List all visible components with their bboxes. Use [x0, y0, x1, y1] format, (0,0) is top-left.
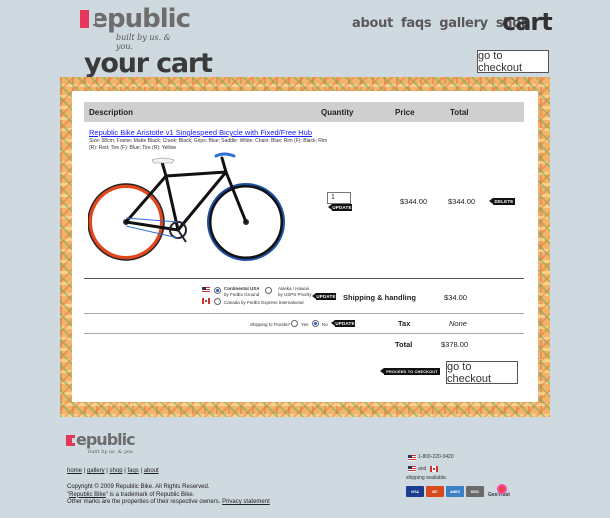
shipping-alaska-radio[interactable]: [265, 287, 272, 294]
col-description: Description: [89, 108, 134, 117]
logo-wordmark: epublic: [90, 4, 191, 34]
nav-gallery[interactable]: gallery: [439, 16, 488, 31]
col-price: Price: [395, 108, 415, 117]
proceed-to-checkout-button[interactable]: PROCEED TO CHECKOUT: [380, 368, 440, 375]
footer-link-faqs[interactable]: faqs: [127, 468, 138, 474]
canada-flag-icon: [202, 298, 210, 304]
florida-question: Shipping to Florida?: [250, 322, 291, 327]
page-title: your cart: [84, 48, 213, 79]
trademark-line: "Republic Bike" is a trademark of Republ…: [67, 491, 195, 498]
footer-sep: |: [140, 468, 143, 474]
total-label: Total: [395, 340, 413, 349]
footer-link-gallery[interactable]: gallery: [87, 468, 105, 474]
total-value: $378.00: [441, 340, 469, 349]
discover-card-icon: DISC: [466, 486, 484, 497]
privacy-link[interactable]: Privacy statement: [222, 499, 270, 505]
canada-flag-icon: [430, 466, 438, 472]
amex-card-icon: AMEX: [446, 486, 464, 497]
us-flag-icon: [202, 287, 210, 293]
shipping-available-text: shipping available.: [406, 475, 448, 481]
product-link[interactable]: Republic Bike Aristotle v1 Singlespeed B…: [89, 128, 312, 137]
divider: [84, 278, 524, 279]
copyright-text: Copyright © 2009 Republic Bike. All Righ…: [67, 484, 210, 490]
shipping-value: $34.00: [444, 293, 467, 302]
geotrust-badge: GeoTrust: [488, 484, 518, 498]
checkout-button-top[interactable]: go to checkout: [477, 50, 549, 74]
item-price: $344.00: [400, 197, 428, 206]
phone-icon: [408, 455, 416, 461]
footer-link-about[interactable]: about: [144, 468, 159, 474]
trademark-text: is a trademark of Republic Bike.: [107, 491, 195, 498]
shipping-option-alaska: Alaska / Hawaii by USPS Priority: [278, 286, 312, 297]
shipping-canada-radio[interactable]: [214, 298, 221, 305]
checkout-button-bottom[interactable]: go to checkout: [446, 361, 518, 385]
footer-sep: |: [83, 468, 86, 474]
other-marks-text: Other marks are the properties of their …: [67, 499, 223, 505]
col-total: Total: [450, 108, 469, 117]
footer-logo-r-mark: [66, 434, 75, 446]
and-text: and: [418, 466, 427, 472]
footer-link-shop[interactable]: shop: [110, 468, 123, 474]
delete-item-button[interactable]: DELETE: [489, 198, 515, 205]
logo-r-mark: [80, 10, 96, 28]
footer-logo-tagline: built by us. & you.: [88, 449, 135, 455]
footer-sep: |: [106, 468, 108, 474]
update-tax-button[interactable]: UPDATE: [331, 320, 355, 327]
update-quantity-button[interactable]: UPDATE: [328, 204, 352, 211]
quantity-input[interactable]: 1: [327, 192, 351, 204]
shipping-option-continental: Continental USA by FedEx Ground: [224, 286, 260, 297]
nav-faqs[interactable]: faqs: [401, 16, 432, 31]
footer-logo-wordmark: epublic: [76, 430, 136, 449]
divider: [84, 313, 524, 314]
trademark-link[interactable]: Republic Bike: [69, 492, 106, 498]
geotrust-icon: [497, 484, 507, 494]
mastercard-card-icon: MC: [426, 486, 444, 497]
shipping-continental-radio[interactable]: [214, 287, 221, 294]
footer-link-home[interactable]: home: [67, 468, 82, 474]
florida-yes-radio[interactable]: [291, 320, 298, 327]
florida-no-radio[interactable]: [312, 320, 319, 327]
update-shipping-button[interactable]: UPDATE: [312, 293, 336, 300]
brand-logo[interactable]: epublic built by us. & you.: [80, 4, 191, 51]
footer-sep: |: [124, 468, 126, 474]
florida-yes-label: Yes: [301, 322, 309, 327]
footer-links: home | gallery | shop | faqs | about: [67, 468, 159, 474]
col-quantity: Quantity: [321, 108, 354, 117]
nav-cart[interactable]: cart: [502, 8, 553, 36]
tax-value: None: [449, 319, 467, 328]
divider: [84, 333, 524, 334]
shipping-label: Shipping & handling: [343, 293, 416, 302]
nav-about[interactable]: about: [352, 16, 393, 31]
other-marks-line: Other marks are the properties of their …: [67, 499, 270, 507]
item-total: $344.00: [448, 197, 476, 206]
table-header: Description Quantity Price Total: [84, 102, 524, 122]
visa-card-icon: VISA: [406, 486, 424, 497]
footer-copyright: Copyright © 2009 Republic Bike. All Righ…: [67, 484, 270, 507]
footer-logo[interactable]: epublic built by us. & you.: [66, 430, 136, 455]
bike-image: [88, 152, 285, 261]
shipping-option-canada: Canada by FedEx Express International: [224, 300, 304, 305]
tax-label: Tax: [398, 319, 411, 328]
florida-no-label: No: [322, 322, 328, 327]
us-flag-icon: [408, 466, 416, 472]
phone-number: 1-800-220-3420: [418, 454, 454, 460]
